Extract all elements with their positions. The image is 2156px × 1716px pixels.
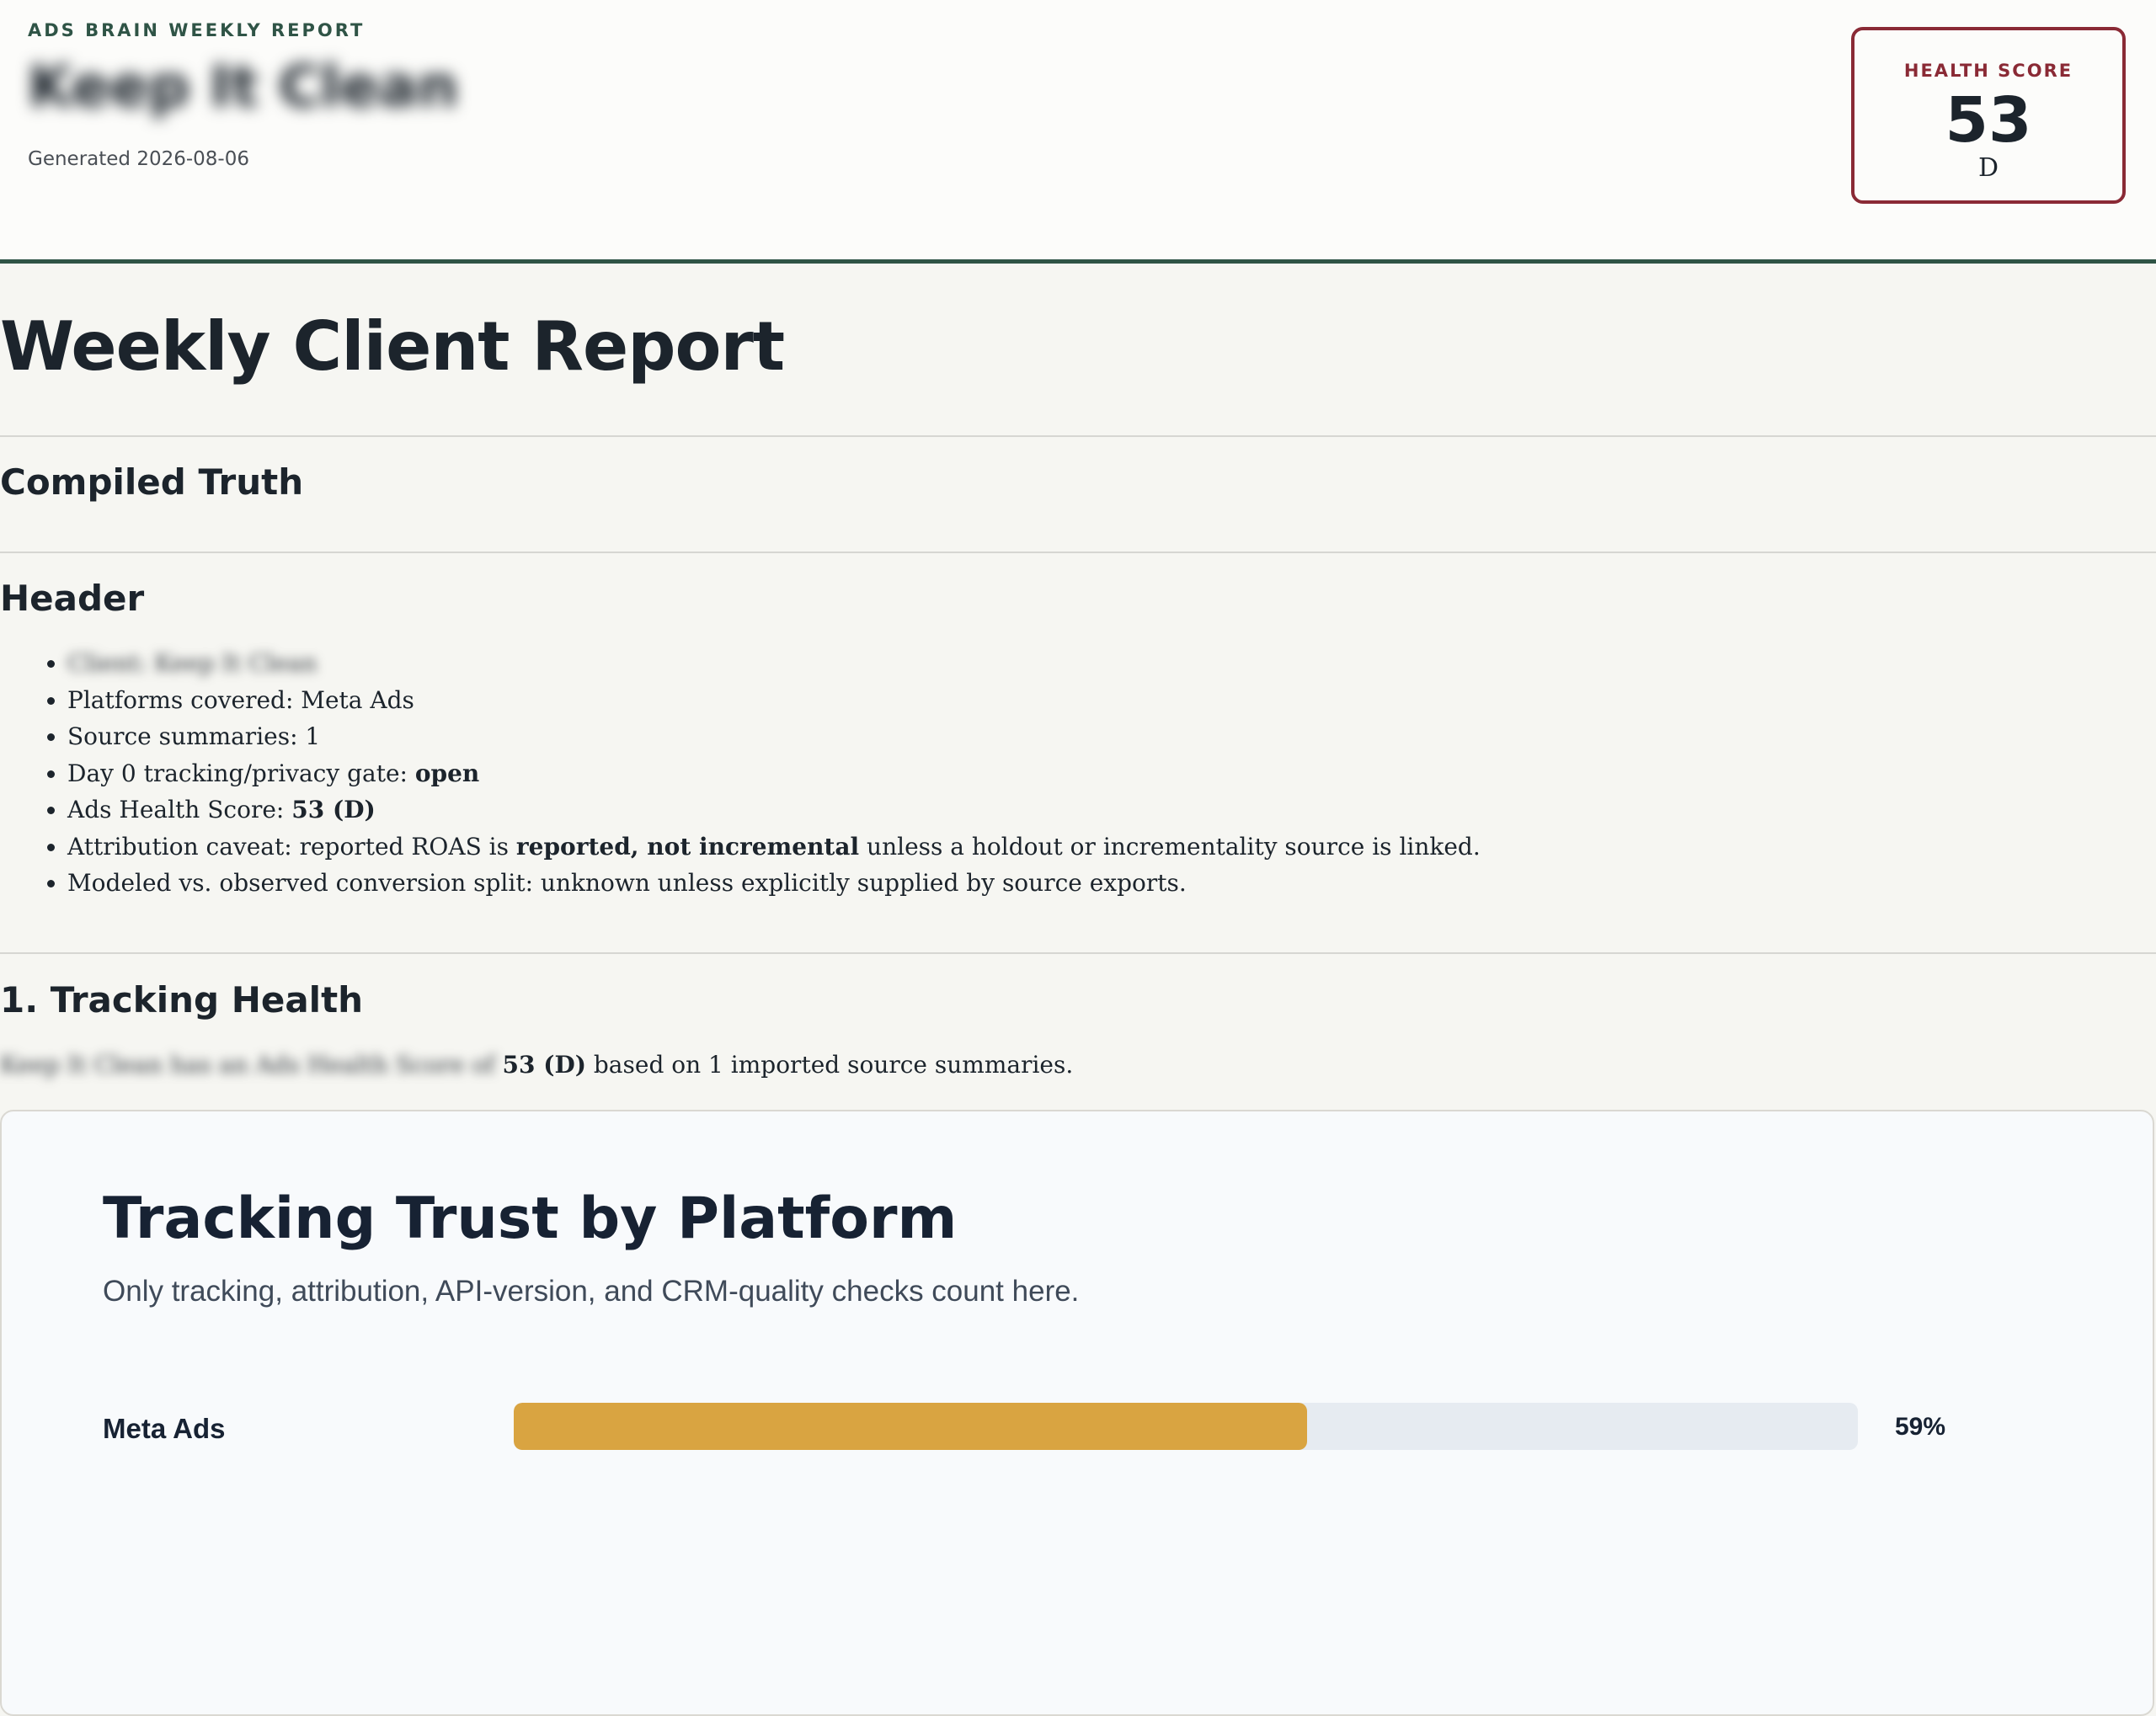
attribution-suffix: unless a holdout or incrementality sourc…: [859, 832, 1481, 861]
gate-value: open: [414, 759, 480, 787]
attribution-bold: reported, not incremental: [515, 832, 860, 861]
platforms-line: Platforms covered: Meta Ads: [67, 685, 414, 714]
trust-bar-fill: [514, 1403, 1307, 1450]
section-divider: [0, 435, 2156, 437]
tracking-trust-panel: Tracking Trust by Platform Only tracking…: [0, 1110, 2154, 1716]
sources-line: Source summaries: 1: [67, 722, 321, 750]
tracking-trust-title: Tracking Trust by Platform: [103, 1186, 958, 1252]
list-item: Client: Keep It Clean: [67, 645, 1481, 682]
health-score-label: HEALTH SCORE: [1903, 61, 2073, 81]
modeled-line: Modeled vs. observed conversion split: u…: [67, 869, 1187, 897]
section-divider: [0, 552, 2156, 553]
tracking-summary-suffix: based on 1 imported source summaries.: [585, 1051, 1074, 1079]
gate-label: Day 0 tracking/privacy gate:: [67, 759, 415, 787]
header-heading: Header: [0, 578, 145, 619]
tracking-health-heading: 1. Tracking Health: [0, 979, 364, 1021]
page-title: Weekly Client Report: [0, 307, 785, 386]
trust-bar-track: [514, 1403, 1858, 1450]
list-item: Attribution caveat: reported ROAS is rep…: [67, 829, 1481, 866]
report-eyebrow: ADS BRAIN WEEKLY REPORT: [28, 20, 366, 40]
tracking-trust-subtitle: Only tracking, attribution, API-version,…: [103, 1275, 1080, 1308]
section-divider: [0, 952, 2156, 954]
tracking-health-summary: Keep It Clean has an Ads Health Score of…: [0, 1051, 1073, 1079]
report-header: ADS BRAIN WEEKLY REPORT Keep It Clean Ge…: [0, 0, 2156, 264]
client-line: Client: Keep It Clean: [67, 649, 318, 677]
health-line-value: 53 (D): [291, 796, 376, 823]
generated-date: Generated 2026-08-06: [28, 148, 249, 170]
tracking-summary-blurred: Keep It Clean has an Ads Health Score of: [0, 1051, 503, 1079]
tracking-summary-score: 53 (D): [502, 1051, 586, 1079]
list-item: Day 0 tracking/privacy gate: open: [67, 755, 1481, 792]
platform-label: Meta Ads: [103, 1413, 226, 1444]
health-line-label: Ads Health Score:: [67, 796, 292, 823]
compiled-truth-heading: Compiled Truth: [0, 461, 304, 503]
list-item: Ads Health Score: 53 (D): [67, 791, 1481, 829]
health-score-value: 53: [1945, 84, 2032, 157]
attribution-label: Attribution caveat: reported ROAS is: [67, 832, 516, 861]
list-item: Source summaries: 1: [67, 718, 1481, 755]
health-score-grade: D: [1977, 153, 1999, 183]
list-item: Modeled vs. observed conversion split: u…: [67, 865, 1481, 902]
client-name-title: Keep It Clean: [28, 54, 459, 120]
trust-percent: 59%: [1895, 1413, 1946, 1441]
health-score-card: HEALTH SCORE 53 D: [1851, 27, 2126, 204]
list-item: Platforms covered: Meta Ads: [67, 682, 1481, 719]
header-list: Client: Keep It Clean Platforms covered:…: [0, 645, 1481, 902]
